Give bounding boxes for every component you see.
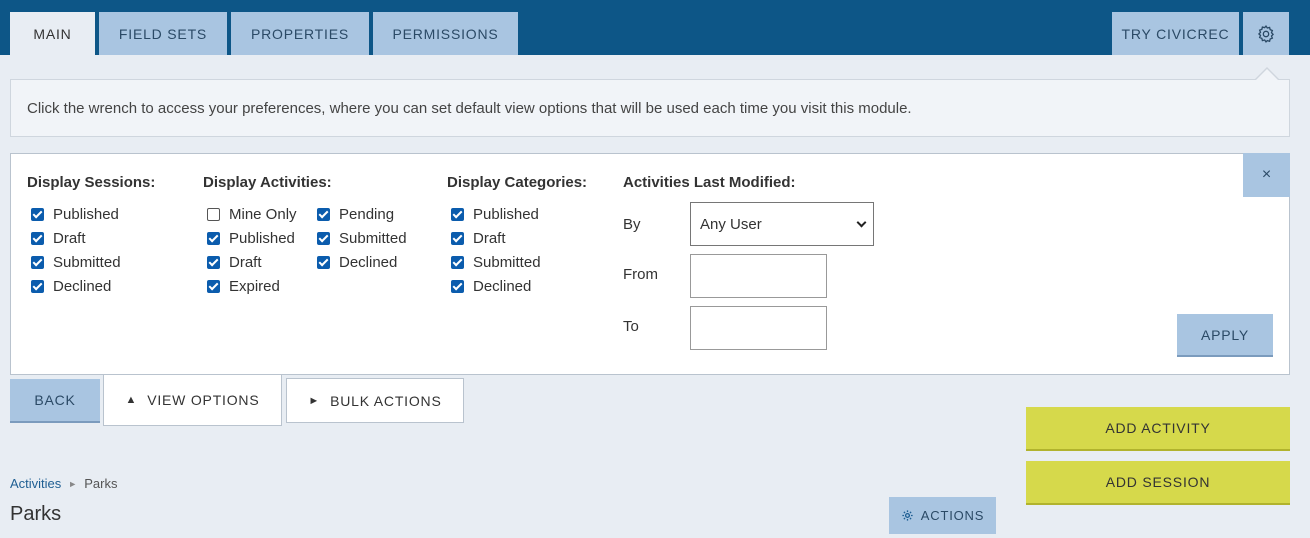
checkbox-box[interactable] (31, 255, 44, 269)
display-activities-title: Display Activities: (203, 174, 332, 191)
gear-icon (1257, 24, 1275, 43)
checkbox-box[interactable] (207, 279, 220, 293)
checkbox-sessions-declined[interactable]: Declined (31, 276, 111, 296)
breadcrumb-current: Parks (84, 476, 118, 491)
triangle-right-icon: ► (308, 394, 321, 407)
checkbox-activities-submitted[interactable]: Submitted (317, 228, 407, 248)
by-label: By (623, 216, 641, 233)
settings-button[interactable] (1243, 12, 1289, 55)
gear-icon (902, 510, 913, 521)
display-sessions-title: Display Sessions: (27, 174, 156, 191)
checkbox-sessions-published[interactable]: Published (31, 204, 119, 224)
checkbox-activities-pending[interactable]: Pending (317, 204, 394, 224)
checkbox-activities-draft[interactable]: Draft (207, 252, 262, 272)
checkbox-activities-declined[interactable]: Declined (317, 252, 397, 272)
checkbox-activities-mine-only[interactable]: Mine Only (207, 204, 297, 224)
checkbox-sessions-submitted[interactable]: Submitted (31, 252, 121, 272)
view-options-button[interactable]: ▲ VIEW OPTIONS (103, 375, 282, 426)
modified-by-select[interactable]: Any User (690, 202, 874, 246)
checkbox-box[interactable] (317, 207, 330, 221)
modified-by-value: Any User (700, 215, 762, 233)
display-categories-title: Display Categories: (447, 174, 588, 191)
to-label: To (623, 318, 639, 335)
from-date-input[interactable] (690, 254, 827, 298)
to-date-input[interactable] (690, 306, 827, 350)
last-modified-title: Activities Last Modified: (623, 174, 796, 191)
checkbox-categories-draft[interactable]: Draft (451, 228, 506, 248)
breadcrumb: Activities ► Parks (10, 476, 117, 491)
checkbox-activities-published[interactable]: Published (207, 228, 295, 248)
checkbox-categories-submitted[interactable]: Submitted (451, 252, 541, 272)
bulk-actions-button[interactable]: ► BULK ACTIONS (286, 378, 464, 423)
checkbox-activities-expired[interactable]: Expired (207, 276, 280, 296)
add-activity-button[interactable]: ADD ACTIVITY (1026, 407, 1290, 451)
triangle-up-icon: ▲ (125, 394, 138, 406)
add-session-button[interactable]: ADD SESSION (1026, 461, 1290, 505)
tab-properties[interactable]: PROPERTIES (231, 12, 369, 55)
try-civicrec-button[interactable]: TRY CIVICREC (1112, 12, 1239, 55)
checkbox-categories-declined[interactable]: Declined (451, 276, 531, 296)
breadcrumb-activities-link[interactable]: Activities (10, 476, 61, 491)
apply-button[interactable]: APPLY (1177, 314, 1273, 357)
checkbox-box[interactable] (317, 255, 330, 269)
checkbox-sessions-draft[interactable]: Draft (31, 228, 86, 248)
actions-button[interactable]: ACTIONS (889, 497, 996, 534)
chevron-down-icon (856, 217, 867, 228)
tab-main[interactable]: MAIN (10, 12, 95, 55)
checkbox-box[interactable] (31, 279, 44, 293)
checkbox-box[interactable] (31, 207, 44, 221)
checkbox-box[interactable] (451, 255, 464, 269)
checkbox-box[interactable] (207, 255, 220, 269)
breadcrumb-separator-icon: ► (68, 478, 78, 489)
back-button[interactable]: BACK (10, 379, 100, 423)
checkbox-categories-published[interactable]: Published (451, 204, 539, 224)
checkbox-box[interactable] (451, 231, 464, 245)
notice-text: Click the wrench to access your preferen… (27, 99, 912, 117)
from-label: From (623, 266, 658, 283)
checkbox-box[interactable] (317, 231, 330, 245)
close-button[interactable]: × (1243, 153, 1290, 197)
checkbox-box[interactable] (451, 279, 464, 293)
tab-permissions[interactable]: PERMISSIONS (373, 12, 518, 55)
checkbox-box[interactable] (207, 231, 220, 245)
preferences-notice: Click the wrench to access your preferen… (10, 79, 1290, 137)
tab-field-sets[interactable]: FIELD SETS (99, 12, 227, 55)
page-title: Parks (10, 503, 62, 525)
checkbox-box[interactable] (451, 207, 464, 221)
checkbox-box[interactable] (207, 207, 220, 221)
checkbox-box[interactable] (31, 231, 44, 245)
